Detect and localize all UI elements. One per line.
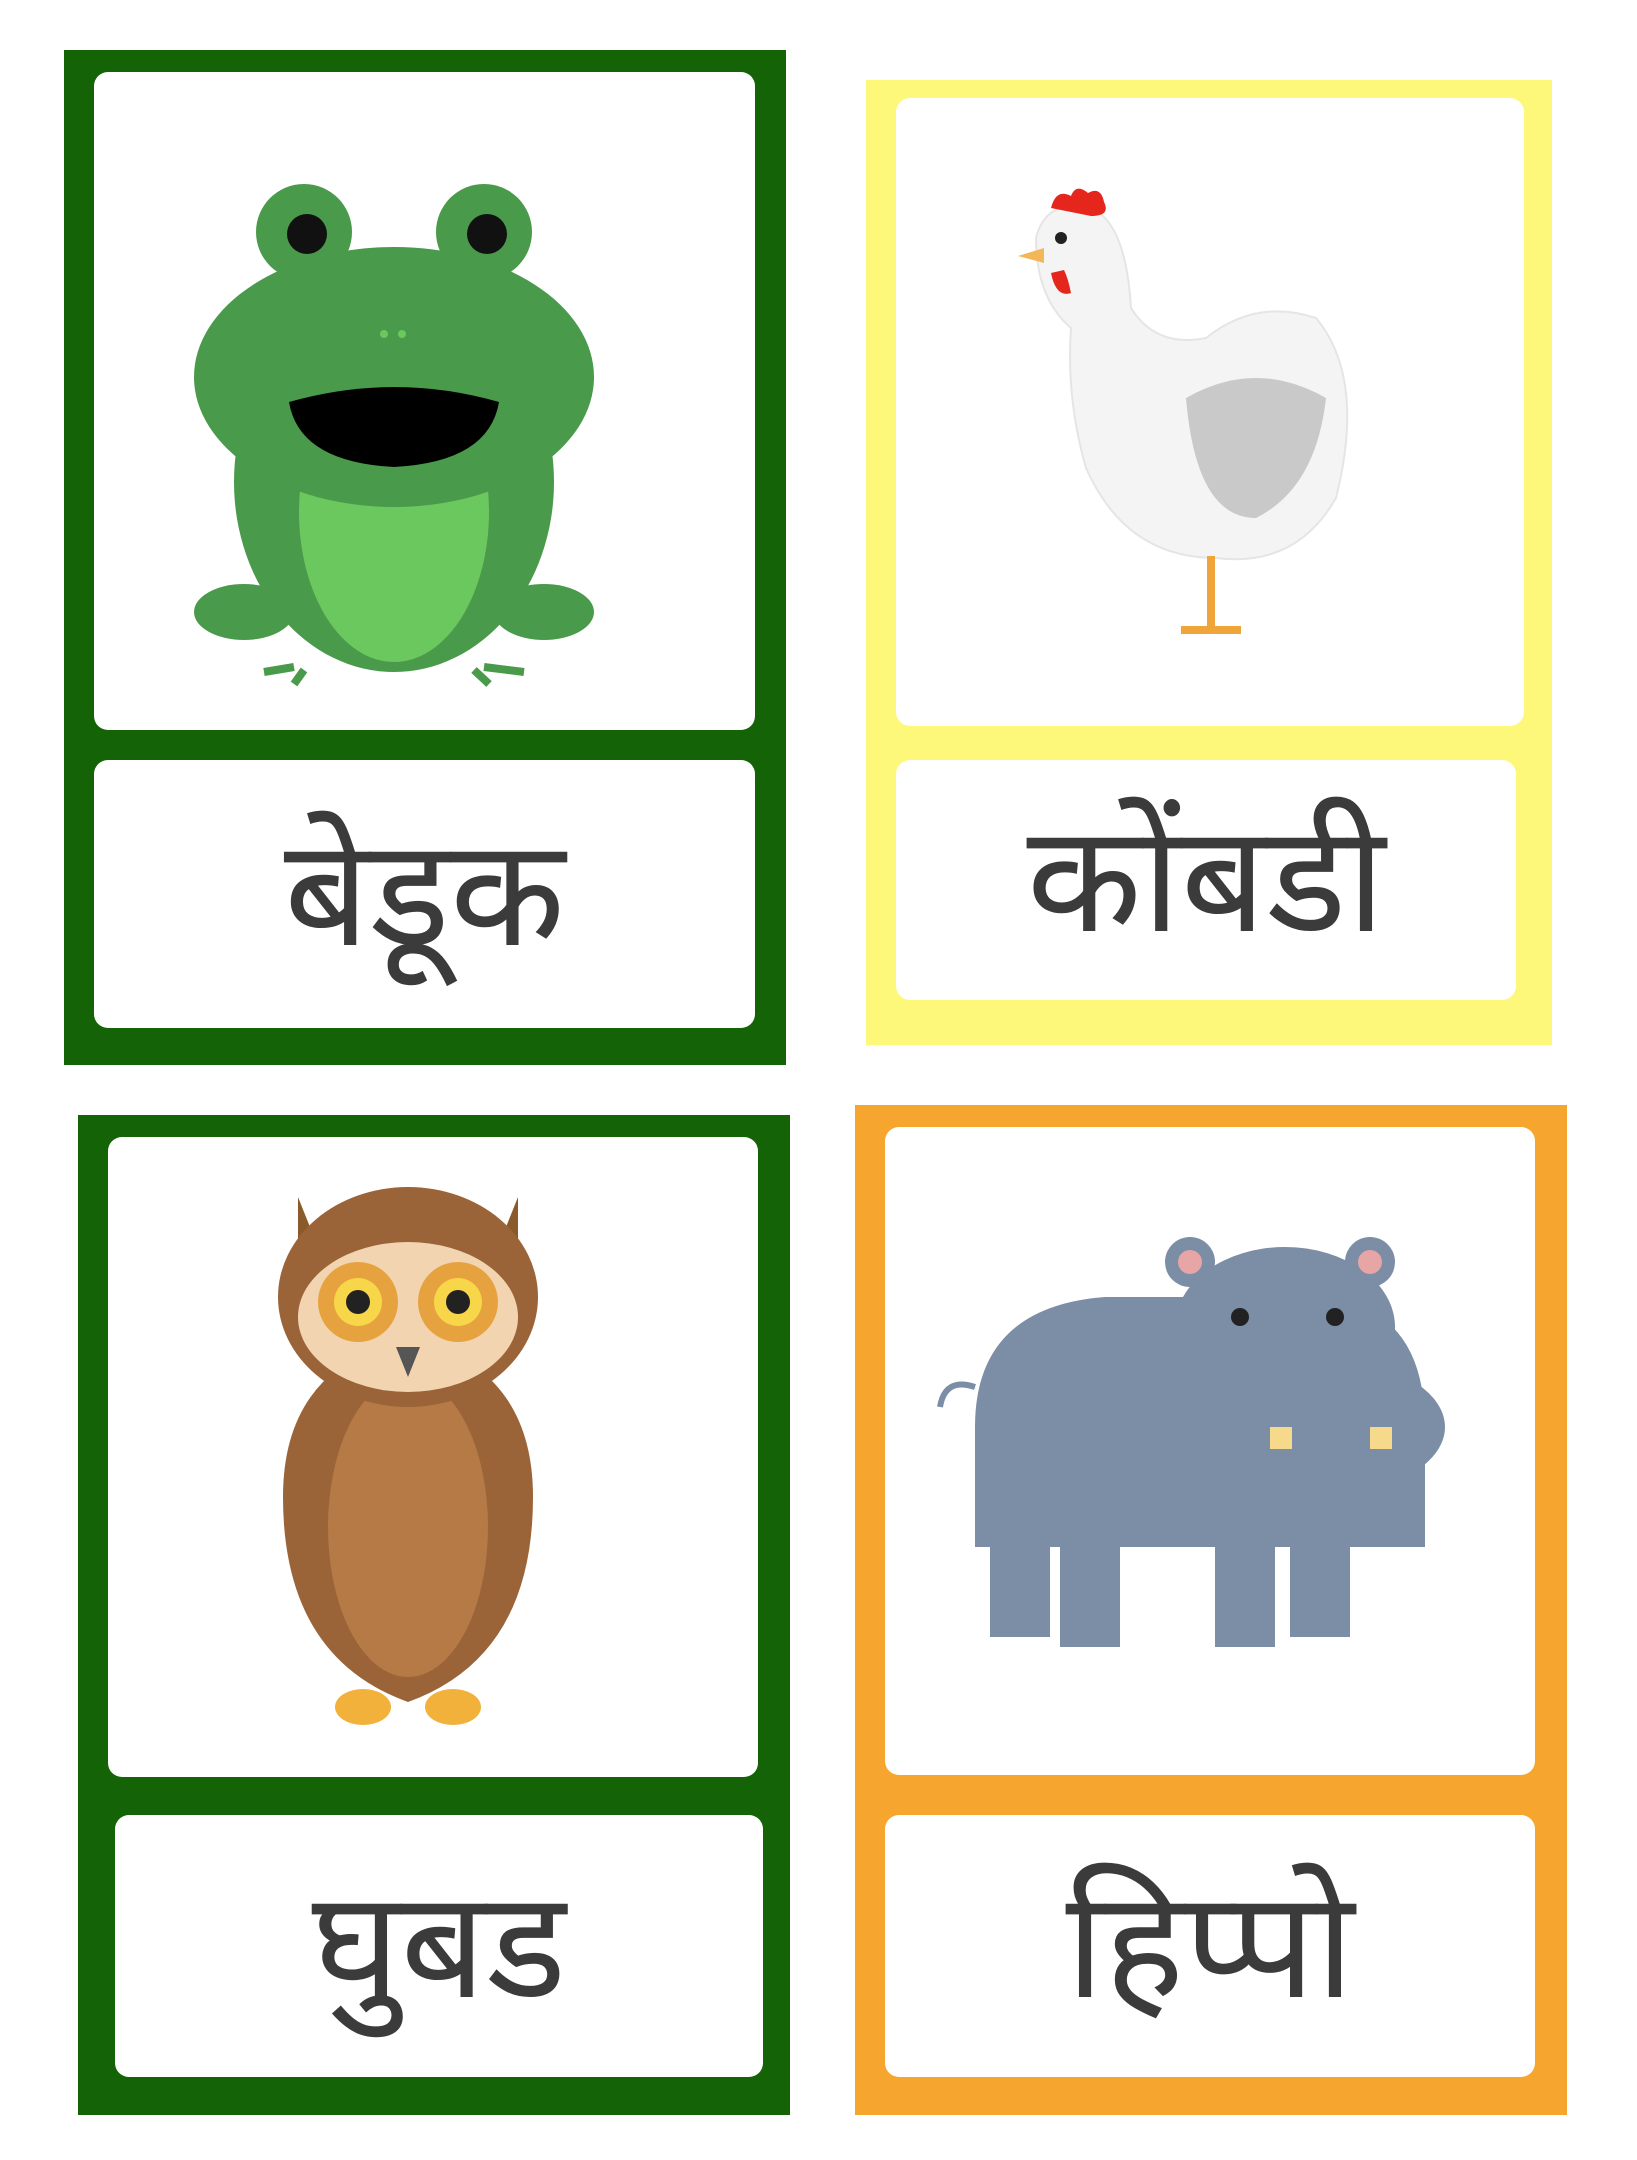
flashcard-hen: कोंबडी xyxy=(866,80,1552,1045)
word-label-box: हिप्पो xyxy=(885,1815,1535,2077)
picture-panel xyxy=(885,1127,1535,1775)
hen-icon xyxy=(1018,188,1349,634)
flashcard-frog: बेडूक xyxy=(64,50,786,1065)
owl-icon xyxy=(278,1187,538,1725)
flashcard-owl: घुबड xyxy=(78,1115,790,2115)
picture-panel xyxy=(896,98,1524,726)
word-label-box: बेडूक xyxy=(94,760,755,1028)
word-label: घुबड xyxy=(311,1859,567,2033)
word-label: हिप्पो xyxy=(1065,1859,1355,2033)
picture-panel xyxy=(94,72,755,730)
flashcard-hippo: हिप्पो xyxy=(855,1105,1567,2115)
hippo-icon xyxy=(937,1237,1445,1647)
word-label-box: घुबड xyxy=(115,1815,763,2077)
word-label-box: कोंबडी xyxy=(896,760,1516,1000)
word-label: बेडूक xyxy=(283,807,566,981)
picture-panel xyxy=(108,1137,758,1777)
frog-icon xyxy=(194,184,594,687)
word-label: कोंबडी xyxy=(1026,793,1386,967)
